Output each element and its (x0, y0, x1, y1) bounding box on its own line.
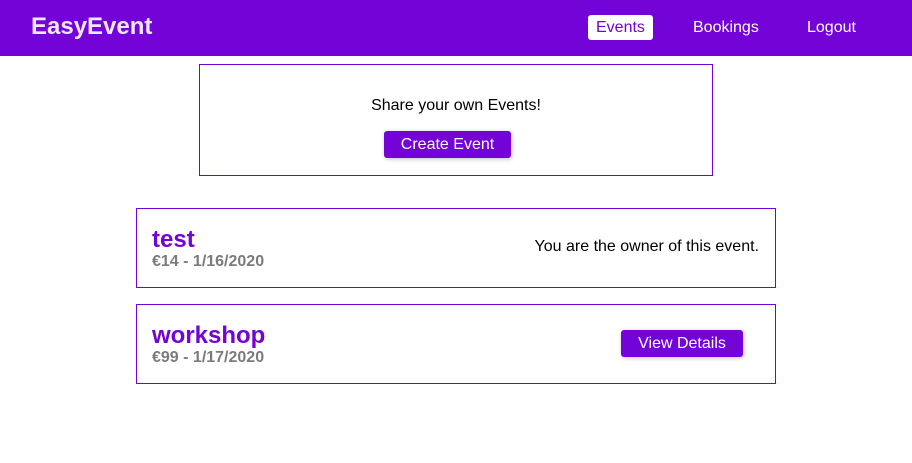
event-price-date: €14 - 1/16/2020 (152, 253, 265, 270)
main-navbar: EasyEvent Events Bookings Logout (0, 0, 912, 56)
create-event-section: Share your own Events! Create Event (199, 64, 713, 176)
create-event-button[interactable]: Create Event (384, 131, 511, 158)
event-card: test €14 - 1/16/2020 You are the owner o… (136, 208, 776, 288)
app-logo[interactable]: EasyEvent (31, 13, 152, 41)
nav-item-logout[interactable]: Logout (799, 15, 864, 40)
event-card: workshop €99 - 1/17/2020 View Details (136, 304, 776, 384)
create-event-prompt: Share your own Events! (371, 97, 541, 114)
event-title: workshop (152, 322, 266, 349)
event-price-date: €99 - 1/17/2020 (152, 349, 265, 366)
event-title: test (152, 226, 195, 253)
nav-item-bookings[interactable]: Bookings (685, 15, 767, 40)
view-details-button[interactable]: View Details (621, 330, 743, 357)
nav-item-events[interactable]: Events (588, 15, 653, 40)
event-owner-notice: You are the owner of this event. (534, 238, 759, 255)
